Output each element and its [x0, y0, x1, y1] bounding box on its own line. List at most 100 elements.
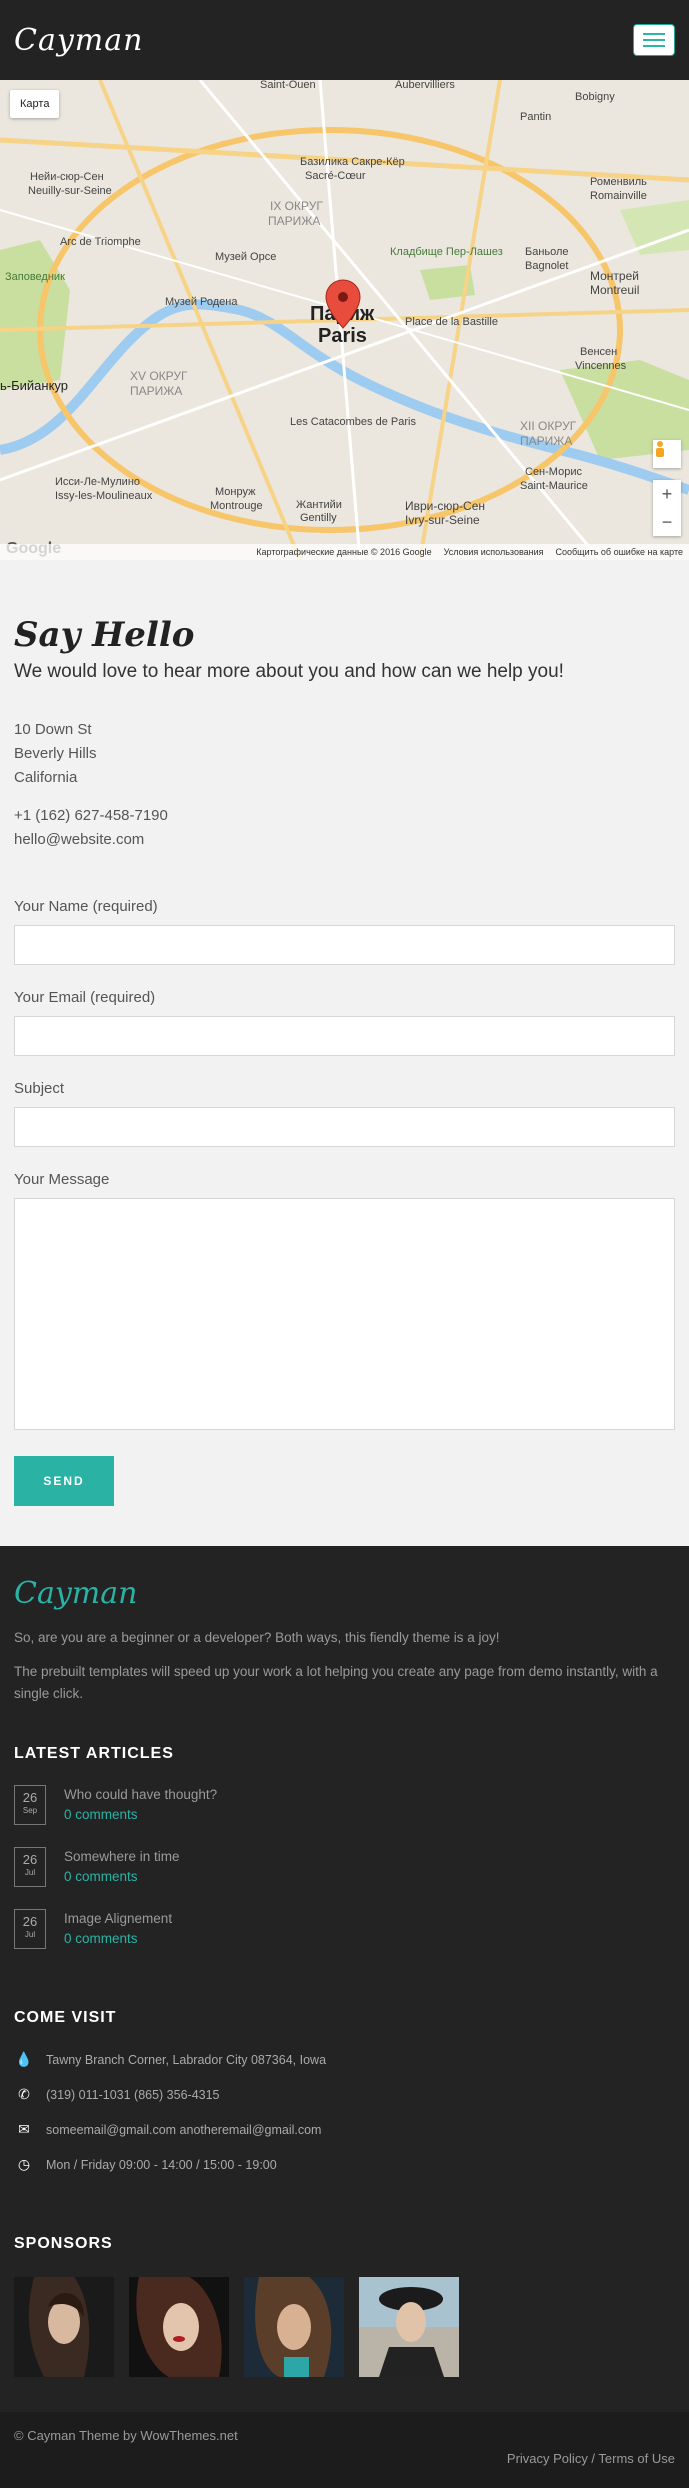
visit-address-row: 💧 Tawny Branch Corner, Labrador City 087… [14, 2051, 675, 2068]
menu-bar-icon [643, 45, 665, 47]
zoom-out-button[interactable]: − [653, 508, 681, 536]
site-footer: Cayman So, are you are a beginner or a d… [0, 1546, 689, 2488]
address-line: 10 Down St [14, 721, 92, 738]
sponsor-image[interactable] [244, 2277, 344, 2377]
map-label: Исси-Ле-Мулино [55, 476, 140, 488]
map-label: Bagnolet [525, 260, 568, 272]
sponsor-image[interactable] [129, 2277, 229, 2377]
map-label: XV ОКРУГ [130, 369, 188, 383]
map-label: Sacré-Cœur [305, 170, 366, 182]
article-item[interactable]: 26 Jul Image Alignement 0 comments [14, 1909, 675, 1949]
map-label: Монтрей [590, 269, 639, 283]
map-label: Romainville [590, 190, 647, 202]
message-label: Your Message [14, 1171, 110, 1188]
article-item[interactable]: 26 Jul Somewhere in time 0 comments [14, 1847, 675, 1887]
map-label: Иври-сюр-Сен [405, 499, 485, 513]
envelope-icon: ✉ [18, 2121, 30, 2137]
zoom-in-button[interactable]: + [653, 480, 681, 508]
legal-links[interactable]: Privacy Policy / Terms of Use [14, 2451, 675, 2466]
map-label: Баньоле [525, 246, 569, 258]
map-report-link[interactable]: Сообщить об ошибке на карте [556, 547, 683, 557]
google-map[interactable]: Нейи-сюр-Сен Neuilly-sur-Seine Arc de Tr… [0, 80, 689, 560]
hamburger-menu-button[interactable] [633, 24, 675, 56]
map-label: Нейи-сюр-Сен [30, 171, 104, 183]
article-month: Jul [24, 1868, 36, 1877]
article-month: Jul [24, 1930, 36, 1939]
map-label: Сен-Морис [525, 466, 582, 478]
footer-logo[interactable]: Cayman [14, 1576, 675, 1611]
street-view-pegman-icon[interactable] [653, 440, 681, 468]
article-date: 26 Jul [14, 1847, 46, 1887]
copyright-text[interactable]: © Cayman Theme by WowThemes.net [14, 2428, 675, 2443]
map-label: Кладбище Пер-Лашез [390, 246, 503, 258]
name-label: Your Name (required) [14, 898, 158, 915]
visit-phones: (319) 011-1031 (865) 356-4315 [46, 2087, 220, 2102]
article-item[interactable]: 26 Sep Who could have thought? 0 comment… [14, 1785, 675, 1825]
map-label: Ivry-sur-Seine [405, 513, 480, 527]
contact-address: 10 Down St Beverly Hills California [14, 718, 675, 790]
email-label: Your Email (required) [14, 989, 156, 1006]
site-logo[interactable]: Cayman [14, 23, 143, 58]
message-textarea[interactable] [14, 1198, 675, 1430]
map-label: Neuilly-sur-Seine [28, 185, 112, 197]
menu-bar-icon [643, 33, 665, 35]
map-label: Музей Орсе [215, 251, 276, 263]
map-label: Vincennes [575, 360, 627, 372]
sponsors-gallery [14, 2277, 675, 2412]
visit-hours-row: ◷ Mon / Friday 09:00 - 14:00 / 15:00 - 1… [14, 2156, 675, 2173]
contact-phone: +1 (162) 627-458-7190 [14, 807, 168, 824]
map-label: Saint-Maurice [520, 480, 588, 492]
map-label: Montreuil [590, 283, 639, 297]
map-canvas[interactable]: Нейи-сюр-Сен Neuilly-sur-Seine Arc de Tr… [0, 80, 689, 560]
clock-icon: ◷ [17, 2156, 31, 2172]
map-label: Place de la Bastille [405, 316, 498, 328]
map-label: Saint-Ouen [260, 80, 316, 91]
map-label: ПАРИЖА [520, 434, 572, 448]
map-label: ПАРИЖА [130, 384, 182, 398]
article-day: 26 [22, 1790, 38, 1805]
subject-label: Subject [14, 1080, 65, 1097]
contact-email[interactable]: hello@website.com [14, 828, 675, 852]
article-title[interactable]: Who could have thought? [64, 1785, 217, 1805]
map-label: Монруж [215, 486, 256, 498]
map-label: Arc de Triomphe [60, 236, 141, 248]
map-label: XII ОКРУГ [520, 419, 577, 433]
map-label: ь-Бийанкур [0, 378, 68, 393]
address-line: California [14, 769, 78, 786]
visit-emails[interactable]: someemail@gmail.com anotheremail@gmail.c… [46, 2123, 321, 2137]
contact-subtitle: We would love to hear more about you and… [14, 661, 564, 682]
map-label: Заповедник [5, 271, 65, 283]
map-label: Музей Родена [165, 296, 238, 308]
visit-email-row: ✉ someemail@gmail.com anotheremail@gmail… [14, 2121, 675, 2138]
email-input[interactable] [14, 1016, 675, 1056]
map-attribution: Картографические данные © 2016 Google Ус… [0, 544, 689, 560]
map-terms-link[interactable]: Условия использования [444, 547, 544, 557]
map-label: Montrouge [210, 500, 263, 512]
visit-hours: Mon / Friday 09:00 - 14:00 / 15:00 - 19:… [46, 2157, 277, 2172]
menu-bar-icon [643, 39, 665, 41]
latest-articles-title: LATEST ARTICLES [14, 1745, 174, 1762]
send-button[interactable]: SEND [14, 1456, 114, 1506]
visit-address: Tawny Branch Corner, Labrador City 08736… [46, 2052, 327, 2067]
contact-title: Say Hello [14, 615, 195, 655]
article-title[interactable]: Image Alignement [64, 1909, 172, 1929]
footer-bottom-bar: © Cayman Theme by WowThemes.net Privacy … [0, 2412, 689, 2488]
subject-input[interactable] [14, 1107, 675, 1147]
map-label: Роменвиль [590, 176, 647, 188]
map-label: Базилика Сакре-Кёр [300, 156, 405, 168]
sponsor-image[interactable] [14, 2277, 114, 2377]
article-comments-link[interactable]: 0 comments [64, 1929, 172, 1949]
article-title[interactable]: Somewhere in time [64, 1847, 180, 1867]
map-type-button[interactable]: Карта [10, 90, 60, 118]
map-label: Issy-les-Moulineaux [55, 490, 153, 502]
article-comments-link[interactable]: 0 comments [64, 1867, 180, 1887]
article-comments-link[interactable]: 0 comments [64, 1805, 217, 1825]
map-label: IX ОКРУГ [270, 199, 323, 213]
map-label: Les Catacombes de Paris [290, 416, 416, 428]
sponsor-image[interactable] [359, 2277, 459, 2377]
article-day: 26 [22, 1914, 38, 1929]
name-input[interactable] [14, 925, 675, 965]
article-date: 26 Jul [14, 1909, 46, 1949]
footer-about-text: So, are you are a beginner or a develope… [14, 1630, 500, 1645]
location-drop-icon: 💧 [15, 2051, 33, 2067]
